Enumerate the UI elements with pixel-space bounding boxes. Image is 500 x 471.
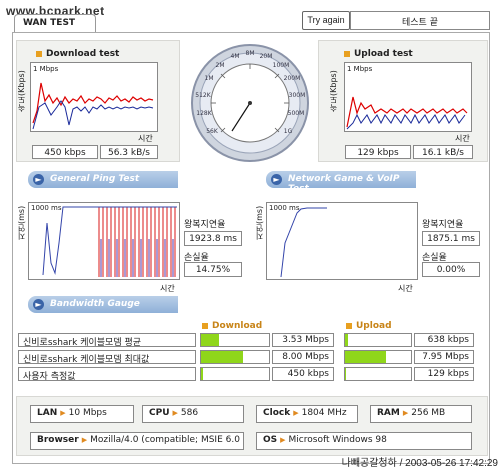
upload-x-label: 시간 (455, 134, 470, 143)
voip-graph (280, 207, 327, 278)
upload-bar-fill (345, 368, 346, 380)
upload-chart: 1 Mbps (344, 62, 472, 132)
download-y-label: 속도(Kbps) (17, 70, 26, 112)
upload-speed-kbps: 129 kbps (345, 145, 411, 159)
voip-y-label: 지연(ms) (255, 205, 264, 240)
square-icon (344, 50, 350, 57)
gauge-label-128k: 128K (196, 110, 212, 117)
upload-speed-kBs: 16.1 kB/s (413, 145, 473, 159)
gauge-label-500m: 500M (288, 110, 305, 117)
square-icon (36, 50, 42, 57)
bandwidth-row-label: 신비로sshark 케이블모뎀 평균 (18, 333, 196, 348)
browser-info: Browser ▶ Mozilla/4.0 (compatible; MSIE 6.… (30, 432, 244, 450)
download-speed-kbps: 450 kbps (32, 145, 98, 159)
gauge-label-100m: 100M (273, 62, 290, 69)
voip-x-label: 시간 (398, 284, 413, 293)
voip-rtt-label: 왕복지연율 (422, 220, 464, 230)
ping-graph (42, 206, 177, 277)
ping-scale: 1000 ms (31, 204, 62, 212)
gauge-label-1g: 1G (284, 128, 293, 135)
arrow-right-icon: ► (271, 174, 282, 185)
upload-y-label: 속도(Kbps) (329, 70, 338, 112)
download-title: Download test (36, 49, 119, 59)
download-value: 8.00 Mbps (272, 350, 334, 364)
gauge-label-56k: 56K (206, 128, 219, 135)
upload-value: 129 kbps (414, 367, 474, 381)
gauge-label-8m: 8M (246, 50, 255, 57)
ping-test-banner: ► General Ping Test (28, 171, 178, 188)
download-bar-fill (201, 351, 244, 363)
speed-gauge: 56K 128K 512K 1M 2M 4M 8M 20M 100M 200M … (190, 43, 310, 163)
try-again-button[interactable]: Try again (302, 11, 350, 30)
upload-bar-fill (345, 334, 349, 346)
ping-y-label: 지연(ms) (17, 205, 26, 240)
voip-rtt-value: 1875.1 ms (422, 231, 480, 246)
gauge-label-1m: 1M (205, 75, 214, 82)
download-graph (32, 82, 154, 130)
download-chart: 1 Mbps (30, 62, 158, 132)
test-status: 테스트 끝 (350, 11, 490, 30)
arrow-right-icon: ► (33, 299, 44, 310)
clock-info: Clock ▶ 1804 MHz (256, 405, 358, 423)
bandwidth-upload-header: Upload (346, 321, 392, 331)
cpu-info: CPU ▶ 586 (142, 405, 244, 423)
gauge-label-20m: 20M (260, 53, 273, 60)
gauge-label-200m: 200M (284, 75, 301, 82)
upload-bar (344, 333, 412, 347)
gauge-label-2m: 2M (216, 62, 225, 69)
upload-value: 638 kbps (414, 333, 474, 347)
os-info: OS ▶ Microsoft Windows 98 (256, 432, 472, 450)
lan-info: LAN ▶ 10 Mbps (30, 405, 134, 423)
upload-bar (344, 350, 412, 364)
bandwidth-banner: ► Bandwidth Gauge (28, 296, 178, 313)
download-value: 3.53 Mbps (272, 333, 334, 347)
upload-bar-fill (345, 351, 386, 363)
upload-value: 7.95 Mbps (414, 350, 474, 364)
gauge-label-4m: 4M (231, 53, 240, 60)
gauge-label-512k: 512K (195, 92, 211, 99)
voip-loss-value: 0.00% (422, 262, 480, 277)
bandwidth-row-label: 사용자 측정값 (18, 367, 196, 382)
upload-graph (346, 96, 468, 130)
gauge-label-300m: 300M (289, 92, 306, 99)
download-x-label: 시간 (138, 134, 153, 143)
bandwidth-download-header: Download (202, 321, 262, 331)
ping-loss-value: 14.75% (184, 262, 242, 277)
download-bar-fill (201, 368, 204, 380)
voip-chart: 1000 ms (266, 202, 418, 280)
arrow-right-icon: ► (33, 174, 44, 185)
download-speed-kBs: 56.3 kB/s (100, 145, 158, 159)
square-icon (346, 322, 352, 329)
ping-rtt-label: 왕복지연율 (184, 220, 226, 230)
ram-info: RAM ▶ 256 MB (370, 405, 472, 423)
voip-test-banner: ► Network Game & VoIP Test (266, 171, 416, 194)
download-bar (200, 367, 270, 381)
tab-wan-test[interactable]: WAN TEST (14, 14, 96, 32)
download-bar-fill (201, 334, 219, 346)
footer-timestamp: 나빼공갈청하 / 2003-05-26 17:42:29 (341, 458, 498, 469)
download-bar (200, 350, 270, 364)
download-value: 450 kbps (272, 367, 334, 381)
bandwidth-row-label: 신비로sshark 케이블모뎀 최대값 (18, 350, 196, 365)
upload-bar (344, 367, 412, 381)
ping-x-label: 시간 (160, 284, 175, 293)
ping-rtt-value: 1923.8 ms (184, 231, 242, 246)
download-bar (200, 333, 270, 347)
ping-chart: 1000 ms (28, 202, 180, 280)
square-icon (202, 322, 208, 329)
upload-title: Upload test (344, 49, 413, 59)
